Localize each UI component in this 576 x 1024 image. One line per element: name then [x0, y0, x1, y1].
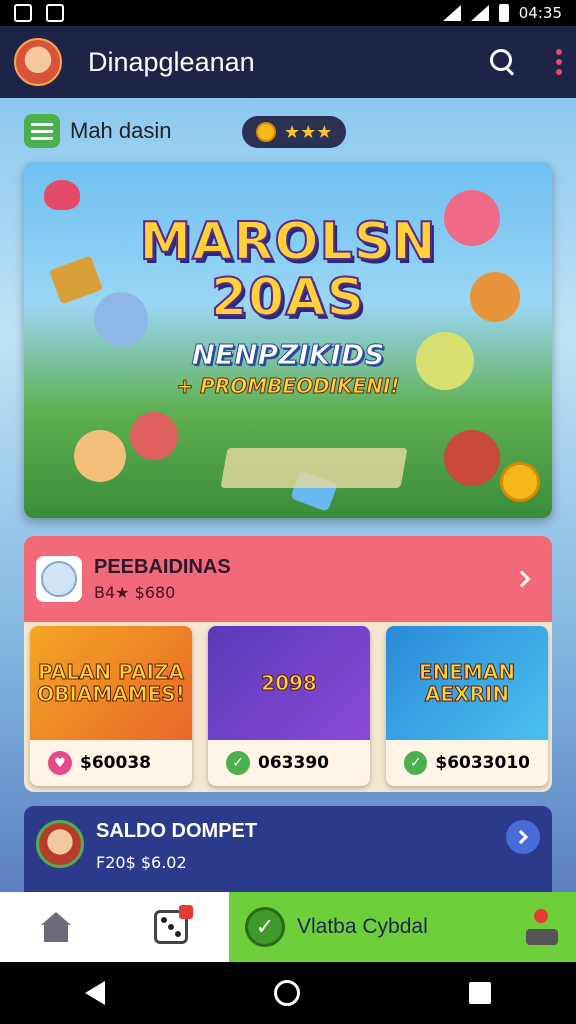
promo-card-price: 063390 — [258, 753, 329, 773]
promo-card-price: $60038 — [80, 753, 151, 773]
promo-card-art: 2098 — [208, 626, 370, 740]
promo-card-art: PALAN PAIZA OBIAMAMES! — [30, 626, 192, 740]
wifi-icon — [442, 5, 461, 21]
coin-decoration — [500, 462, 540, 502]
game-path — [220, 448, 408, 488]
primary-action-button[interactable]: ✓ Vlatba Cybdal — [229, 892, 576, 962]
rating-pill[interactable]: ★★★ — [242, 116, 347, 148]
search-icon[interactable] — [490, 49, 516, 75]
notification-badge — [178, 905, 193, 919]
check-icon: ✓ — [404, 751, 428, 775]
wallet-amount: F20$ $6.02 — [96, 853, 187, 872]
cat-character — [74, 430, 126, 482]
coin-icon — [256, 122, 276, 142]
rating-stars: ★★★ — [284, 121, 333, 143]
promo-thumbnail — [36, 556, 82, 602]
status-bar: 04:35 — [0, 0, 576, 26]
home-icon[interactable] — [41, 912, 72, 942]
battery-icon — [498, 4, 509, 22]
banner-title: MAROLSN 20AS — [24, 212, 552, 328]
bottom-nav: ✓ Vlatba Cybdal — [0, 892, 576, 962]
download-notification-icon — [46, 4, 64, 22]
wallet-avatar — [36, 820, 84, 868]
chevron-right-icon[interactable] — [513, 570, 531, 588]
app-bar: Dinapgleanan — [0, 26, 576, 98]
promo-header[interactable]: PEEBAIDINAS B4★ $680 — [24, 536, 552, 622]
banner-title-line1: MAROLSN — [138, 212, 437, 272]
recents-icon[interactable] — [469, 982, 492, 1004]
heart-decoration — [44, 180, 80, 210]
action-label: Vlatba Cybdal — [297, 915, 428, 938]
system-nav-bar — [0, 962, 576, 1024]
status-time: 04:35 — [518, 4, 562, 22]
app-avatar[interactable] — [14, 38, 62, 86]
dice-icon[interactable] — [153, 905, 193, 944]
menu-list-icon[interactable] — [24, 114, 60, 148]
subheader-label: Mah dasin — [70, 118, 172, 143]
wallet-title: SALDO DOMPET — [96, 820, 258, 842]
heart-icon: ♥ — [48, 751, 72, 775]
promo-subtitle: B4★ $680 — [94, 583, 176, 602]
promo-section: PEEBAIDINAS B4★ $680 PALAN PAIZA OBIAMAM… — [24, 536, 552, 792]
banner-title-line2: 20AS — [210, 268, 366, 328]
subheader: Mah dasin — [24, 114, 172, 148]
promo-card-art: ENEMAN AEXRIN — [386, 626, 548, 740]
guitar-character — [444, 430, 500, 486]
check-icon: ✓ — [226, 751, 250, 775]
chevron-right-icon[interactable] — [506, 820, 540, 854]
promo-card-3[interactable]: ENEMAN AEXRIN ✓ $6033010 — [386, 626, 548, 786]
promo-title: PEEBAIDINAS — [94, 556, 231, 578]
banner-tagline: + PROMBEODIKENI! — [176, 374, 400, 399]
check-circle-icon: ✓ — [245, 907, 285, 947]
promo-card-1[interactable]: PALAN PAIZA OBIAMAMES! ♥ $60038 — [30, 626, 192, 786]
main-content[interactable]: Mah dasin ★★★ MAROLSN 20AS NENPZIKIDS + … — [0, 98, 576, 892]
promo-card-price: $6033010 — [435, 753, 530, 773]
banner-subtitle: NENPZIKIDS — [191, 338, 385, 372]
kid-character — [130, 412, 178, 460]
joystick-icon[interactable] — [524, 909, 560, 945]
image-notification-icon — [14, 4, 32, 22]
promo-card-2[interactable]: 2098 ✓ 063390 — [208, 626, 370, 786]
wallet-card[interactable]: SALDO DOMPET F20$ $6.02 — [24, 806, 552, 892]
featured-banner[interactable]: MAROLSN 20AS NENPZIKIDS + PROMBEODIKENI! — [24, 162, 552, 518]
signal-icon — [470, 5, 489, 21]
app-title: Dinapgleanan — [88, 46, 255, 77]
back-icon[interactable] — [84, 981, 105, 1005]
home-button-icon[interactable] — [273, 980, 300, 1006]
more-menu-icon[interactable] — [556, 49, 562, 75]
